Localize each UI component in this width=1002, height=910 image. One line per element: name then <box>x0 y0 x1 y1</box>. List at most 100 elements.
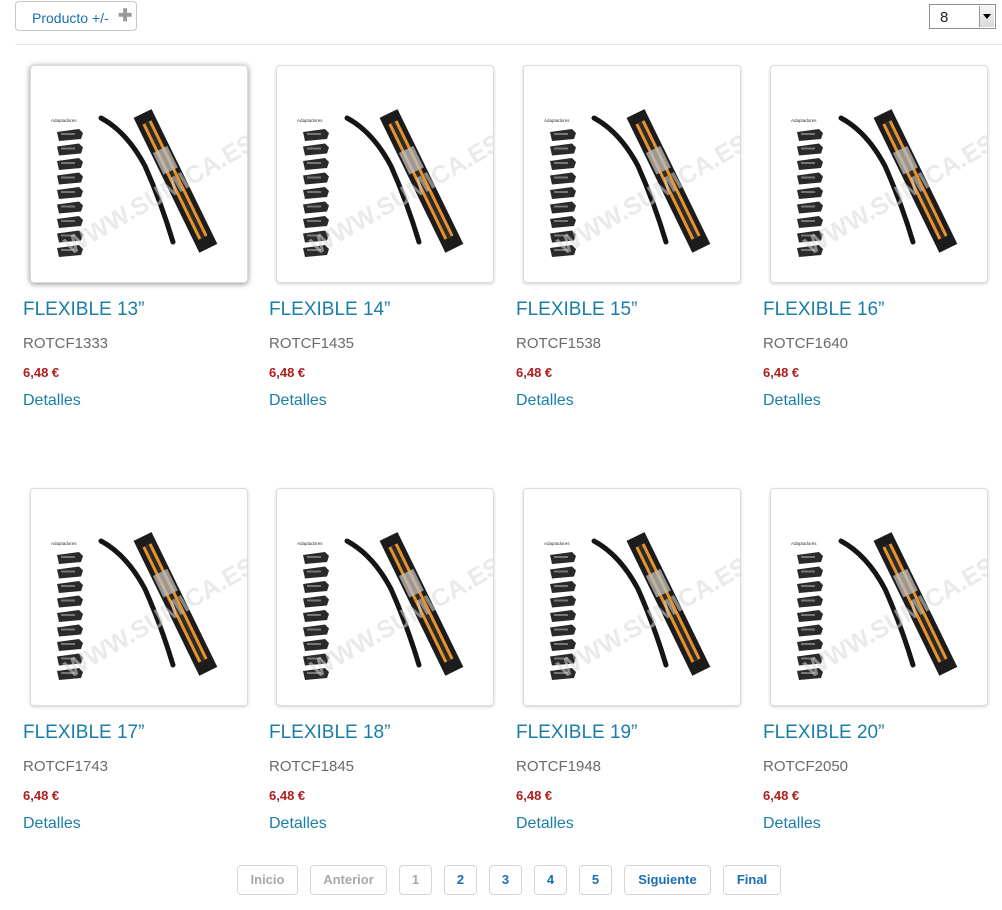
chevron-down-icon[interactable] <box>979 6 994 27</box>
product-thumbnail[interactable]: Adaptadores WWW.SUMICA.ES <box>770 488 988 706</box>
image-caption: Adaptadores <box>791 541 817 546</box>
adapter-piece <box>550 158 576 170</box>
details-link[interactable]: Detalles <box>23 392 81 410</box>
pagination-last[interactable]: Final <box>723 865 781 895</box>
adapter-piece <box>57 143 83 156</box>
adapter-piece <box>303 624 329 637</box>
wiper-blade-image: AdaptadoresWWW.SUMICA.ES <box>51 109 247 261</box>
adapter-piece <box>797 172 823 185</box>
product-title[interactable]: FLEXIBLE 20” <box>763 722 884 744</box>
product-thumbnail[interactable]: Adaptadores WWW.SUMICA.ES <box>276 65 494 283</box>
adapter-piece <box>550 143 576 156</box>
adapter-piece <box>303 187 329 199</box>
pagination-page[interactable]: 4 <box>534 865 567 895</box>
pagination-prev: Anterior <box>310 865 387 895</box>
product-title[interactable]: FLEXIBLE 18” <box>269 722 390 744</box>
product-thumbnail[interactable]: Adaptadores WWW.SUMICA.ES <box>276 488 494 706</box>
image-caption: Adaptadores <box>544 118 570 123</box>
product-ref: ROTCF1948 <box>516 758 602 775</box>
toolbar: Producto +/- ✚ 8 <box>0 0 1002 46</box>
adapter-piece <box>797 201 823 214</box>
details-link[interactable]: Detalles <box>516 392 574 410</box>
product-ref: ROTCF2050 <box>763 758 849 775</box>
product-title[interactable]: FLEXIBLE 16” <box>763 299 884 321</box>
pagination-page[interactable]: 3 <box>489 865 522 895</box>
wiper-blade-image: AdaptadoresWWW.SUMICA.ES <box>791 109 987 261</box>
details-link[interactable]: Detalles <box>269 815 327 833</box>
pagination-next[interactable]: Siguiente <box>624 865 711 895</box>
adapter-piece <box>550 172 576 185</box>
product-title[interactable]: FLEXIBLE 14” <box>269 299 390 321</box>
product-thumbnail[interactable]: Adaptadores WWW.SUMICA.ES <box>523 488 741 706</box>
product-title[interactable]: FLEXIBLE 15” <box>516 299 637 321</box>
wiper-blade-image: AdaptadoresWWW.SUMICA.ES <box>791 532 987 684</box>
product-price: 6,48 € <box>23 788 60 803</box>
product-title[interactable]: FLEXIBLE 19” <box>516 722 637 744</box>
image-caption: Adaptadores <box>297 541 323 546</box>
adapter-piece <box>303 172 329 185</box>
wiper-blade-image: AdaptadoresWWW.SUMICA.ES <box>544 532 740 684</box>
product-ref: ROTCF1333 <box>23 335 109 352</box>
pagination-page[interactable]: 2 <box>444 865 477 895</box>
details-link[interactable]: Detalles <box>23 815 81 833</box>
adapter-piece <box>797 610 823 622</box>
product-ref: ROTCF1743 <box>23 758 109 775</box>
adapter-piece <box>57 552 83 564</box>
adapter-piece <box>797 158 823 170</box>
wiper-blade-image: AdaptadoresWWW.SUMICA.ES <box>297 109 493 261</box>
image-caption: Adaptadores <box>297 118 323 123</box>
product-thumbnail[interactable]: Adaptadores WWW.SUMICA.ES <box>30 488 248 706</box>
details-link[interactable]: Detalles <box>763 392 821 410</box>
product-thumbnail[interactable]: Adaptadores WWW.SUMICA.ES <box>30 65 248 283</box>
adapter-piece <box>57 595 83 608</box>
adapter-piece <box>57 566 83 579</box>
product-price: 6,48 € <box>269 365 306 380</box>
adapter-piece <box>797 581 823 593</box>
toolbar-divider <box>15 44 1002 45</box>
wiper-blade-image: AdaptadoresWWW.SUMICA.ES <box>544 109 740 261</box>
details-link[interactable]: Detalles <box>763 815 821 833</box>
product-ref: ROTCF1435 <box>269 335 355 352</box>
wiper-blade-image: AdaptadoresWWW.SUMICA.ES <box>51 532 247 684</box>
product-ref: ROTCF1845 <box>269 758 355 775</box>
image-caption: Adaptadores <box>544 541 570 546</box>
product-price: 6,48 € <box>516 788 553 803</box>
sort-product-button[interactable]: Producto +/- ✚ <box>15 1 137 31</box>
pagination-page[interactable]: 5 <box>579 865 612 895</box>
product-ref: ROTCF1640 <box>763 335 849 352</box>
adapter-piece <box>550 610 576 622</box>
adapter-piece <box>550 201 576 214</box>
product-card: Adaptadores WWW.SUMICA.ES FLEXIBLE 17” RO… <box>23 488 263 858</box>
adapter-piece <box>550 581 576 593</box>
adapter-piece <box>57 172 83 185</box>
items-per-page-value: 8 <box>940 9 949 26</box>
adapter-piece <box>550 566 576 579</box>
items-per-page-select[interactable]: 8 <box>929 4 996 29</box>
adapter-piece <box>57 187 83 199</box>
product-thumbnail[interactable]: Adaptadores WWW.SUMICA.ES <box>523 65 741 283</box>
adapter-piece <box>550 187 576 199</box>
adapter-piece <box>57 201 83 214</box>
adapter-piece <box>797 624 823 637</box>
details-link[interactable]: Detalles <box>516 815 574 833</box>
wiper-blade-image: AdaptadoresWWW.SUMICA.ES <box>297 532 493 684</box>
adapter-piece <box>57 610 83 622</box>
product-title[interactable]: FLEXIBLE 13” <box>23 299 144 321</box>
product-card: Adaptadores WWW.SUMICA.ES FLEXIBLE 13” RO… <box>23 65 263 435</box>
pagination-page-current: 1 <box>399 865 432 895</box>
product-price: 6,48 € <box>516 365 553 380</box>
adapter-piece <box>797 595 823 608</box>
product-card: Adaptadores WWW.SUMICA.ES FLEXIBLE 18” RO… <box>269 488 509 858</box>
product-card: Adaptadores WWW.SUMICA.ES FLEXIBLE 14” RO… <box>269 65 509 435</box>
adapter-piece <box>303 129 329 141</box>
product-title[interactable]: FLEXIBLE 17” <box>23 722 144 744</box>
adapter-piece <box>303 552 329 564</box>
product-thumbnail[interactable]: Adaptadores WWW.SUMICA.ES <box>770 65 988 283</box>
plus-icon: ✚ <box>118 6 133 25</box>
pagination: Inicio Anterior 1 2 3 4 5 Siguiente Fina… <box>0 865 1002 897</box>
adapter-piece <box>797 552 823 564</box>
image-caption: Adaptadores <box>51 541 77 546</box>
product-price: 6,48 € <box>269 788 306 803</box>
details-link[interactable]: Detalles <box>269 392 327 410</box>
adapter-piece <box>797 129 823 141</box>
